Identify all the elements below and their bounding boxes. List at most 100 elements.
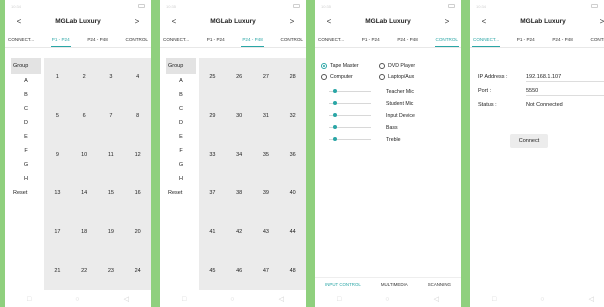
slider-track[interactable] — [329, 101, 371, 105]
slider-thumb[interactable] — [332, 89, 337, 93]
back-chevron-icon[interactable]: < — [480, 17, 488, 26]
tab-p24-p48[interactable]: P24 - P48 — [86, 31, 108, 46]
back-chevron-icon[interactable]: < — [170, 17, 178, 26]
preset-button[interactable]: 42 — [227, 229, 251, 235]
tab-p24-p48[interactable]: P24 - P48 — [396, 31, 418, 46]
tab-p24-p48[interactable]: P24 - P48 — [241, 31, 264, 47]
back-icon[interactable]: ◁ — [124, 295, 129, 303]
recents-icon[interactable]: □ — [27, 296, 31, 303]
group-button[interactable]: A — [166, 74, 196, 88]
group-button[interactable]: D — [11, 116, 41, 130]
back-chevron-icon[interactable]: < — [325, 17, 333, 26]
preset-button[interactable]: 26 — [227, 74, 251, 80]
group-button[interactable]: F — [11, 144, 41, 158]
preset-button[interactable]: 36 — [281, 152, 305, 158]
preset-button[interactable]: 2 — [72, 74, 96, 80]
tab-connect[interactable]: CONNECT... — [162, 31, 190, 46]
preset-button[interactable]: 27 — [254, 74, 278, 80]
recents-icon[interactable]: □ — [492, 296, 496, 303]
tab-control[interactable]: CONTROL — [434, 31, 459, 47]
preset-button[interactable]: 25 — [200, 74, 224, 80]
forward-chevron-icon[interactable]: > — [598, 17, 604, 26]
tab-connect[interactable]: CONNECT... — [317, 31, 345, 46]
preset-button[interactable]: 31 — [254, 113, 278, 119]
tab-p24-p48[interactable]: P24 - P48 — [551, 31, 573, 46]
tab-control[interactable]: CONTROL — [125, 31, 149, 46]
preset-button[interactable]: 16 — [126, 190, 150, 196]
group-button[interactable]: D — [166, 116, 196, 130]
recents-icon[interactable]: □ — [182, 296, 186, 303]
home-icon[interactable]: ○ — [75, 296, 79, 303]
group-button[interactable]: G — [11, 158, 41, 172]
preset-button[interactable]: 47 — [254, 268, 278, 274]
preset-button[interactable]: 11 — [99, 152, 123, 158]
tab-p1-p24[interactable]: P1 - P24 — [516, 31, 536, 46]
port-field[interactable]: 5550 — [526, 86, 604, 96]
slider-track[interactable] — [329, 89, 371, 93]
group-button[interactable]: H — [166, 172, 196, 186]
tab-multimedia[interactable]: MULTIMEDIA — [381, 282, 408, 287]
group-button[interactable]: B — [11, 88, 41, 102]
back-icon[interactable]: ◁ — [589, 295, 594, 303]
preset-button[interactable]: 3 — [99, 74, 123, 80]
preset-button[interactable]: 35 — [254, 152, 278, 158]
tab-scanning[interactable]: SCANNING — [428, 282, 451, 287]
tab-p1-p24[interactable]: P1 - P24 — [361, 31, 381, 46]
group-button[interactable]: C — [166, 102, 196, 116]
preset-button[interactable]: 8 — [126, 113, 150, 119]
preset-button[interactable]: 12 — [126, 152, 150, 158]
reset-button[interactable]: Reset — [166, 186, 196, 200]
tab-control[interactable]: CONTROL — [590, 31, 604, 46]
home-icon[interactable]: ○ — [385, 296, 389, 303]
preset-button[interactable]: 15 — [99, 190, 123, 196]
group-button[interactable]: G — [166, 158, 196, 172]
preset-button[interactable]: 20 — [126, 229, 150, 235]
group-button[interactable]: C — [11, 102, 41, 116]
group-button[interactable]: F — [166, 144, 196, 158]
preset-button[interactable]: 19 — [99, 229, 123, 235]
radio-tape-master[interactable]: Tape Master — [321, 62, 379, 69]
preset-button[interactable]: 29 — [200, 113, 224, 119]
tab-control[interactable]: CONTROL — [280, 31, 304, 46]
tab-input-control[interactable]: INPUT CONTROL — [325, 282, 361, 287]
connect-button[interactable]: Connect — [510, 134, 548, 148]
preset-button[interactable]: 48 — [281, 268, 305, 274]
slider-thumb[interactable] — [332, 125, 337, 129]
preset-button[interactable]: 45 — [200, 268, 224, 274]
ip-address-field[interactable]: 192.168.1.107 — [526, 72, 604, 82]
preset-button[interactable]: 22 — [72, 268, 96, 274]
back-icon[interactable]: ◁ — [279, 295, 284, 303]
preset-button[interactable]: 41 — [200, 229, 224, 235]
preset-button[interactable]: 5 — [45, 113, 69, 119]
preset-button[interactable]: 13 — [45, 190, 69, 196]
group-button[interactable]: B — [166, 88, 196, 102]
preset-button[interactable]: 44 — [281, 229, 305, 235]
preset-button[interactable]: 14 — [72, 190, 96, 196]
preset-button[interactable]: 1 — [45, 74, 69, 80]
preset-button[interactable]: 43 — [254, 229, 278, 235]
preset-button[interactable]: 40 — [281, 190, 305, 196]
group-button[interactable]: E — [11, 130, 41, 144]
preset-button[interactable]: 32 — [281, 113, 305, 119]
recents-icon[interactable]: □ — [337, 296, 341, 303]
preset-button[interactable]: 6 — [72, 113, 96, 119]
preset-button[interactable]: 30 — [227, 113, 251, 119]
radio-computer[interactable]: Computer — [321, 73, 379, 80]
preset-button[interactable]: 24 — [126, 268, 150, 274]
preset-button[interactable]: 17 — [45, 229, 69, 235]
reset-button[interactable]: Reset — [11, 186, 41, 200]
back-icon[interactable]: ◁ — [434, 295, 439, 303]
group-button[interactable]: A — [11, 74, 41, 88]
preset-button[interactable]: 33 — [200, 152, 224, 158]
preset-button[interactable]: 23 — [99, 268, 123, 274]
slider-track[interactable] — [329, 125, 371, 129]
preset-button[interactable]: 46 — [227, 268, 251, 274]
preset-button[interactable]: 7 — [99, 113, 123, 119]
slider-thumb[interactable] — [332, 137, 337, 141]
tab-connect[interactable]: CONNECT... — [7, 31, 35, 46]
slider-track[interactable] — [329, 113, 371, 117]
group-button[interactable]: H — [11, 172, 41, 186]
forward-chevron-icon[interactable]: > — [288, 17, 296, 26]
preset-button[interactable]: 39 — [254, 190, 278, 196]
preset-button[interactable]: 34 — [227, 152, 251, 158]
